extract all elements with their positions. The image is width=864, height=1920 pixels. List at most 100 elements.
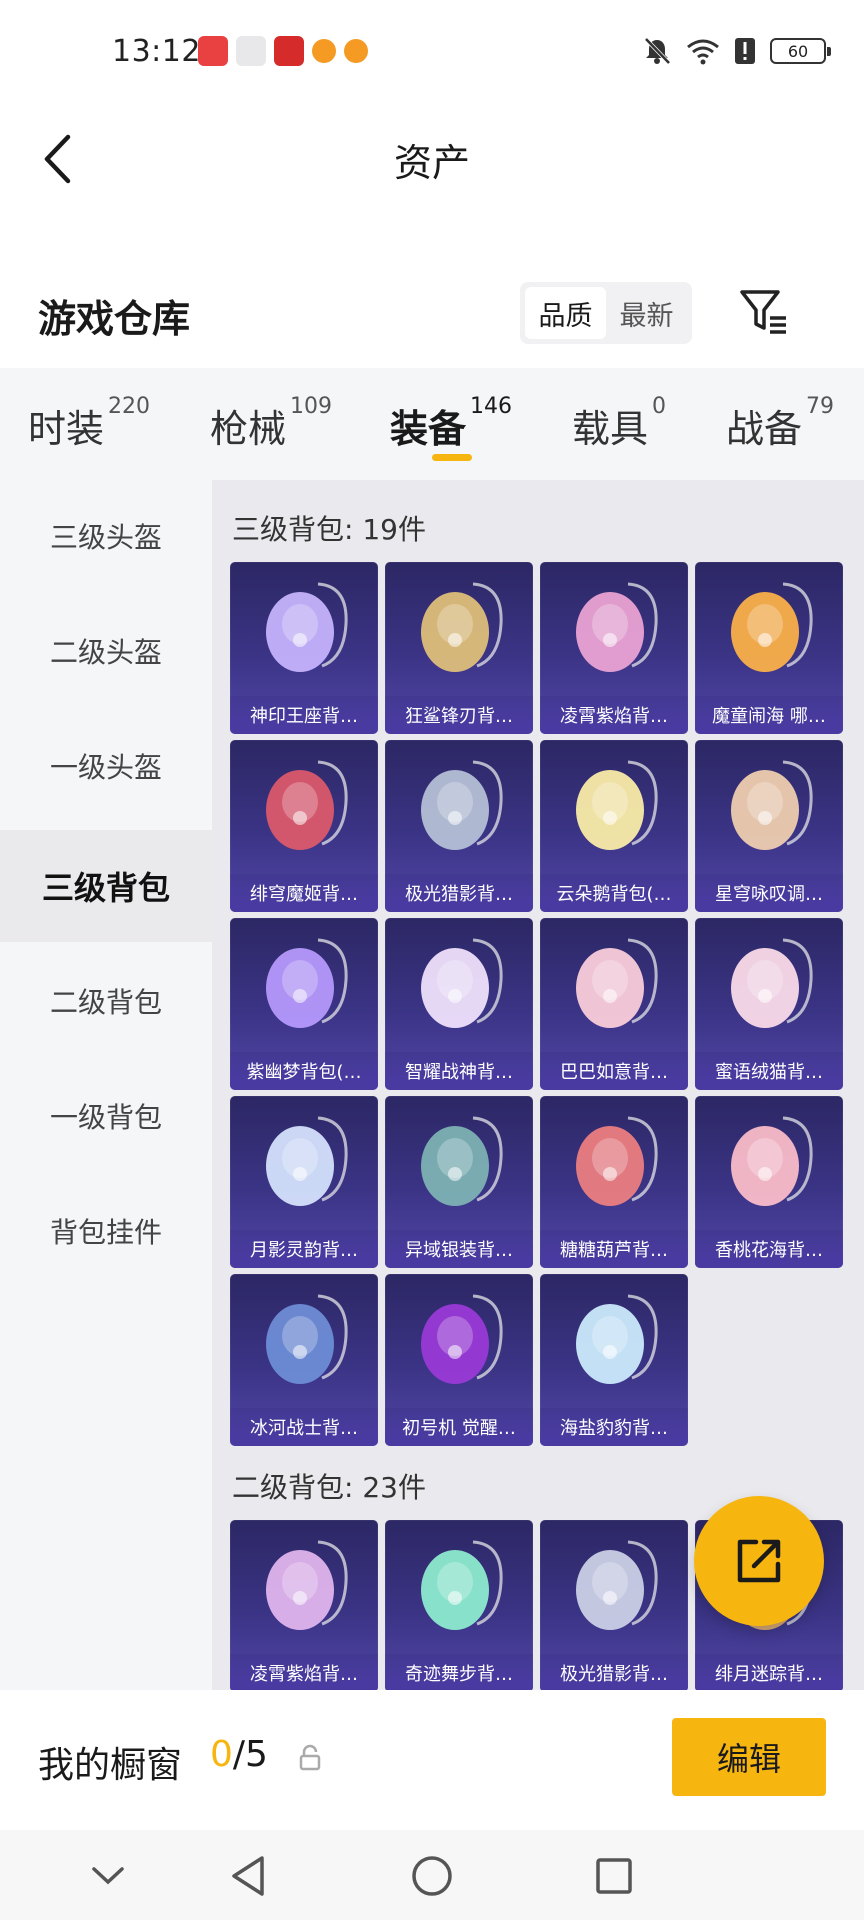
item-name-label: 智耀战神背…	[385, 1052, 533, 1090]
nav-home-button[interactable]	[402, 1846, 462, 1906]
showcase-title: 我的橱窗	[38, 1745, 183, 1786]
item-name-label: 月影灵韵背…	[230, 1230, 378, 1268]
filter-button[interactable]	[736, 284, 792, 340]
battery-indicator: 60	[770, 38, 831, 64]
backpack-item-card[interactable]: 极光猎影背…	[385, 740, 533, 912]
filter-icon	[740, 290, 786, 334]
sidebar-item-helmet-3[interactable]: 三级头盔	[0, 480, 212, 592]
item-name-label: 凌霄紫焰背…	[230, 1654, 378, 1690]
backpack-icon	[576, 1540, 658, 1630]
backpack-item-card[interactable]: 紫幽梦背包(…	[230, 918, 378, 1090]
item-name-label: 初号机 觉醒…	[385, 1408, 533, 1446]
backpack-item-card[interactable]: 狂鲨锋刃背…	[385, 562, 533, 734]
item-name: 星穹咏叹调…	[715, 884, 823, 905]
backpack-icon	[731, 938, 813, 1028]
backpack-icon	[421, 760, 503, 850]
nav-collapse-button[interactable]	[78, 1846, 138, 1906]
backpack-item-card[interactable]: 海盐豹豹背…	[540, 1274, 688, 1446]
tab-vehicles[interactable]: 载具0	[572, 394, 666, 453]
tab-label: 战备	[726, 407, 803, 451]
item-name: 巴巴如意背…	[560, 1062, 668, 1083]
subcategory-sidebar: 三级头盔 二级头盔 一级头盔 三级背包 二级背包 一级背包 背包挂件	[0, 480, 212, 1690]
sort-toggle: 品质 最新	[520, 282, 692, 344]
backpack-item-card[interactable]: 月影灵韵背…	[230, 1096, 378, 1268]
tab-label: 载具	[572, 407, 649, 451]
backpack-item-card[interactable]: 凌霄紫焰背…	[540, 562, 688, 734]
item-name-label: 绯穹魔姬背…	[230, 874, 378, 912]
sidebar-item-backpack-3[interactable]: 三级背包	[0, 830, 212, 942]
tab-label: 枪械	[210, 407, 287, 451]
item-name-label: 魔童闹海 哪…	[695, 696, 843, 734]
active-tab-indicator	[432, 454, 472, 461]
app-header: 资产	[0, 104, 864, 216]
item-name-label: 奇迹舞步背…	[385, 1654, 533, 1690]
section-title: 二级背包: 23件	[232, 1471, 426, 1504]
item-name-label: 狂鲨锋刃背…	[385, 696, 533, 734]
backpack-icon	[576, 938, 658, 1028]
tab-equipment[interactable]: 装备146	[390, 394, 512, 453]
item-name-label: 蜜语绒猫背…	[695, 1052, 843, 1090]
backpack-icon	[731, 582, 813, 672]
item-name: 云朵鹅背包(…	[556, 884, 672, 905]
edit-button[interactable]: 编辑	[672, 1718, 826, 1796]
sidebar-item-helmet-1[interactable]: 一级头盔	[0, 710, 212, 822]
backpack-item-card[interactable]: 神印王座背…	[230, 562, 378, 734]
sidebar-item-backpack-2[interactable]: 二级背包	[0, 945, 212, 1057]
item-name-label: 紫幽梦背包(…	[230, 1052, 378, 1090]
item-name: 极光猎影背…	[405, 884, 513, 905]
backpack-item-card[interactable]: 冰河战士背…	[230, 1274, 378, 1446]
item-name: 绯穹魔姬背…	[250, 884, 358, 905]
backpack-item-card[interactable]: 智耀战神背…	[385, 918, 533, 1090]
tab-count: 0	[652, 394, 667, 419]
warehouse-title: 游戏仓库	[38, 297, 191, 341]
nav-recents-button[interactable]	[584, 1846, 644, 1906]
tab-label: 时装	[28, 407, 105, 451]
item-name-label: 极光猎影背…	[540, 1654, 688, 1690]
backpack-item-card[interactable]: 云朵鹅背包(…	[540, 740, 688, 912]
item-name-label: 神印王座背…	[230, 696, 378, 734]
sidebar-item-backpack-1[interactable]: 一级背包	[0, 1060, 212, 1172]
tab-supplies[interactable]: 战备79	[726, 394, 834, 453]
item-name: 香桃花海背…	[715, 1240, 823, 1261]
sidebar-item-helmet-2[interactable]: 二级头盔	[0, 595, 212, 707]
square-recents-icon	[596, 1858, 632, 1894]
backpack-item-card[interactable]: 绯穹魔姬背…	[230, 740, 378, 912]
cat-app-icon-2	[344, 39, 368, 63]
notification-icons	[198, 36, 368, 66]
section-title: 三级背包: 19件	[232, 513, 426, 546]
backpack-item-card[interactable]: 蜜语绒猫背…	[695, 918, 843, 1090]
item-name-label: 冰河战士背…	[230, 1408, 378, 1446]
nav-back-button[interactable]	[218, 1846, 278, 1906]
backpack-icon	[576, 582, 658, 672]
backpack-item-card[interactable]: 奇迹舞步背…	[385, 1520, 533, 1690]
backpack-item-card[interactable]: 异域银装背…	[385, 1096, 533, 1268]
backpack-item-card[interactable]: 巴巴如意背…	[540, 918, 688, 1090]
item-name: 异域银装背…	[405, 1240, 513, 1261]
backpack-item-card[interactable]: 星穹咏叹调…	[695, 740, 843, 912]
sort-quality-button[interactable]: 品质	[525, 287, 606, 339]
backpack-icon	[421, 1294, 503, 1384]
item-name: 魔童闹海 哪…	[712, 706, 826, 727]
tab-count: 109	[290, 394, 333, 419]
heart-app-icon	[274, 36, 304, 66]
backpack-item-card[interactable]: 魔童闹海 哪…	[695, 562, 843, 734]
tab-firearms[interactable]: 枪械109	[210, 394, 332, 453]
tab-fashion[interactable]: 时装220	[28, 394, 150, 453]
item-name: 凌霄紫焰背…	[560, 706, 668, 727]
backpack-item-card[interactable]: 香桃花海背…	[695, 1096, 843, 1268]
item-name: 凌霄紫焰背…	[250, 1664, 358, 1685]
share-button[interactable]	[694, 1496, 824, 1626]
status-time: 13:12	[112, 34, 201, 69]
backpack-item-card[interactable]: 极光猎影背…	[540, 1520, 688, 1690]
sidebar-item-backpack-charm[interactable]: 背包挂件	[0, 1175, 212, 1287]
triangle-back-icon	[232, 1856, 264, 1896]
lock-icon	[299, 1744, 321, 1771]
item-name-label: 凌霄紫焰背…	[540, 696, 688, 734]
item-name: 蜜语绒猫背…	[715, 1062, 823, 1083]
sort-newest-button[interactable]: 最新	[606, 287, 687, 339]
backpack-item-card[interactable]: 糖糖葫芦背…	[540, 1096, 688, 1268]
backpack-item-card[interactable]: 凌霄紫焰背…	[230, 1520, 378, 1690]
backpack-item-card[interactable]: 初号机 觉醒…	[385, 1274, 533, 1446]
item-name-label: 异域银装背…	[385, 1230, 533, 1268]
item-name: 月影灵韵背…	[250, 1240, 358, 1261]
